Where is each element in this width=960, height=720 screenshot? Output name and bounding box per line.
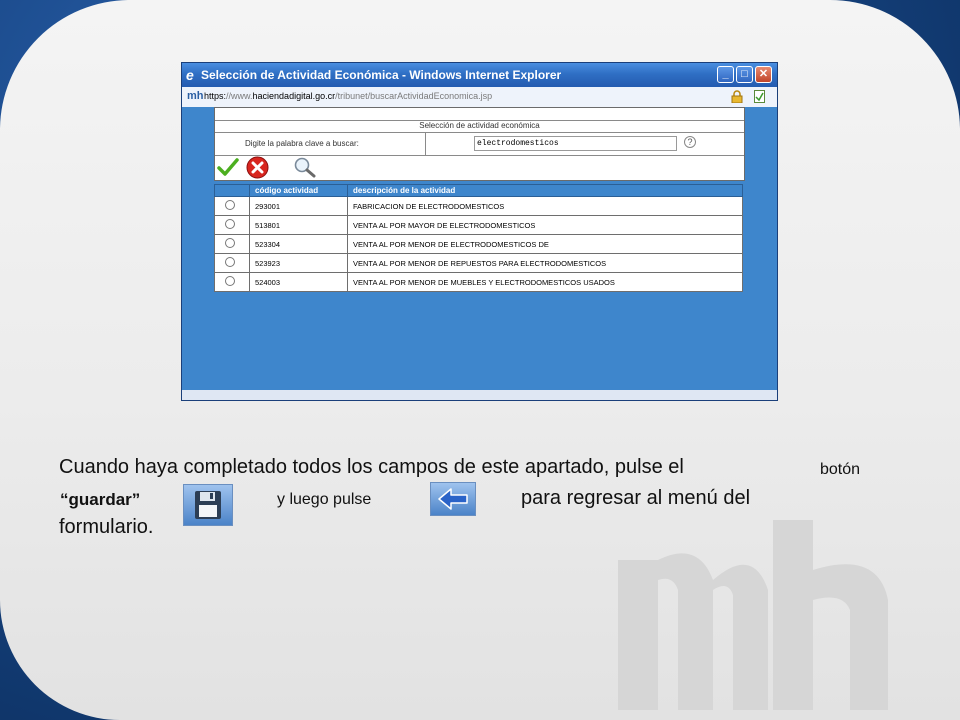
url-host: haciendadigital.go.cr xyxy=(252,91,336,101)
radio-button[interactable] xyxy=(225,257,235,267)
floppy-disk-icon xyxy=(183,484,233,526)
floppy-disk-icon-graphic xyxy=(195,491,221,519)
activity-description: VENTA AL POR MAYOR DE ELECTRODOMESTICOS xyxy=(347,215,743,235)
page-content: Selección de actividad económica Digite … xyxy=(182,107,777,390)
url-prefix: //www. xyxy=(226,91,253,101)
instruction-boton: botón xyxy=(820,461,861,478)
activity-code: 513801 xyxy=(249,215,348,235)
url-text[interactable]: https://www.haciendadigital.go.cr/tribun… xyxy=(204,91,492,101)
back-arrow-icon-graphic xyxy=(438,488,468,510)
search-form: Selección de actividad económica Digite … xyxy=(214,107,745,181)
instruction-regresar: para regresar al menú del xyxy=(521,487,751,509)
search-label: Digite la palabra clave a buscar: xyxy=(245,139,359,148)
table-row[interactable]: 513801 VENTA AL POR MAYOR DE ELECTRODOME… xyxy=(214,215,743,235)
table-row[interactable]: 293001 FABRICACION DE ELECTRODOMESTICOS xyxy=(214,196,743,216)
address-bar[interactable]: mh https://www.haciendadigital.go.cr/tri… xyxy=(182,87,777,108)
results-table: código actividad descripción de la activ… xyxy=(214,184,743,292)
activity-code: 523923 xyxy=(249,253,348,273)
cancel-icon[interactable] xyxy=(246,156,269,179)
instruction-line-1: Cuando haya completado todos los campos … xyxy=(59,456,684,478)
instruction-guardar: “guardar” xyxy=(60,490,141,509)
radio-button[interactable] xyxy=(225,238,235,248)
activity-code: 523304 xyxy=(249,234,348,254)
close-button[interactable]: ✕ xyxy=(755,66,772,83)
row-radio-cell[interactable] xyxy=(214,272,250,292)
activity-description: VENTA AL POR MENOR DE MUEBLES Y ELECTROD… xyxy=(347,272,743,292)
ie-logo-icon: e xyxy=(186,67,194,83)
row-radio-cell[interactable] xyxy=(214,253,250,273)
activity-code: 293001 xyxy=(249,196,348,216)
column-header-code: código actividad xyxy=(249,184,348,197)
radio-button[interactable] xyxy=(225,276,235,286)
browser-window: e Selección de Actividad Económica - Win… xyxy=(181,62,778,401)
table-header-row: código actividad descripción de la activ… xyxy=(214,184,743,197)
instruction-formulario: formulario. xyxy=(59,516,154,538)
back-arrow-icon xyxy=(430,482,476,516)
activity-code: 524003 xyxy=(249,272,348,292)
activity-description: VENTA AL POR MENOR DE REPUESTOS PARA ELE… xyxy=(347,253,743,273)
table-row[interactable]: 523923 VENTA AL POR MENOR DE REPUESTOS P… xyxy=(214,253,743,273)
radio-button[interactable] xyxy=(225,200,235,210)
search-input[interactable]: electrodomesticos xyxy=(474,136,677,151)
row-radio-cell[interactable] xyxy=(214,234,250,254)
column-header-description: descripción de la actividad xyxy=(347,184,743,197)
check-icon[interactable] xyxy=(217,157,239,177)
window-titlebar: e Selección de Actividad Económica - Win… xyxy=(182,63,777,87)
maximize-button[interactable]: □ xyxy=(736,66,753,83)
instruction-luego: y luego pulse xyxy=(277,491,372,508)
url-path: /tribunet/buscarActividadEconomica.jsp xyxy=(335,91,493,101)
help-icon[interactable]: ? xyxy=(684,136,696,148)
row-radio-cell[interactable] xyxy=(214,215,250,235)
site-favicon-icon: mh xyxy=(187,90,204,102)
form-heading: Selección de actividad económica xyxy=(215,120,744,133)
table-row[interactable]: 523304 VENTA AL POR MENOR DE ELECTRODOME… xyxy=(214,234,743,254)
lock-icon[interactable] xyxy=(731,90,743,103)
form-search-row: Digite la palabra clave a buscar: electr… xyxy=(215,133,744,156)
url-scheme: https: xyxy=(204,91,227,101)
row-radio-cell[interactable] xyxy=(214,196,250,216)
window-title: Selección de Actividad Económica - Windo… xyxy=(201,68,562,82)
radio-button[interactable] xyxy=(225,219,235,229)
magnifier-icon[interactable] xyxy=(293,156,317,178)
table-row[interactable]: 524003 VENTA AL POR MENOR DE MUEBLES Y E… xyxy=(214,272,743,292)
window-bottom-border xyxy=(182,390,777,400)
select-column-header xyxy=(214,184,250,197)
mh-watermark-logo xyxy=(618,520,888,710)
minimize-button[interactable]: _ xyxy=(717,66,734,83)
page-icon[interactable] xyxy=(754,90,765,103)
form-divider xyxy=(425,133,426,155)
activity-description: FABRICACION DE ELECTRODOMESTICOS xyxy=(347,196,743,216)
activity-description: VENTA AL POR MENOR DE ELECTRODOMESTICOS … xyxy=(347,234,743,254)
toolbar xyxy=(215,156,744,180)
